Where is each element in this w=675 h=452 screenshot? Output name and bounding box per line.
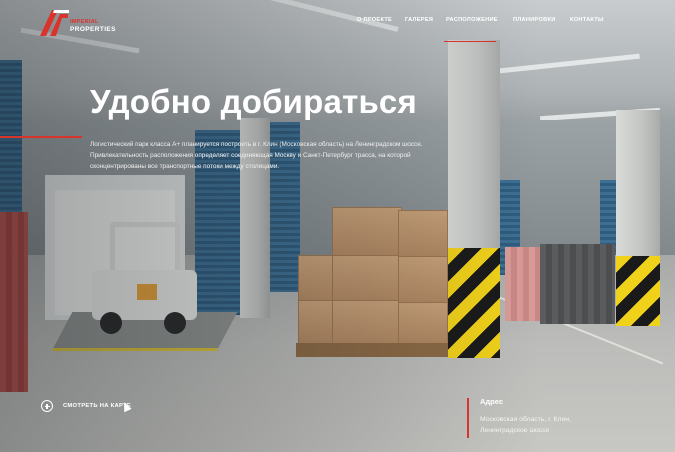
main-nav: О проекте Галерея Расположение Планировк…	[0, 17, 675, 31]
nav-item-plans[interactable]: Планировки	[513, 17, 556, 23]
hero-description: Логистический парк класса А+ планируется…	[90, 141, 423, 170]
nav-active-indicator	[444, 41, 496, 42]
nav-item-about[interactable]: О проекте	[357, 17, 392, 23]
dark-overlay	[0, 0, 675, 452]
address-accent-bar	[467, 398, 469, 438]
address-line-1: Московская область, г. Клин,	[480, 416, 571, 423]
nav-item-location[interactable]: Расположение	[446, 17, 498, 23]
title-accent-line	[0, 136, 82, 138]
address-title: Адрес	[480, 397, 504, 406]
address-line-2: Ленинградское шоссе	[480, 427, 550, 434]
plus-circle-icon	[41, 400, 53, 412]
view-on-map-link[interactable]: Смотреть на карте	[41, 398, 131, 414]
page-title: Удобно добираться	[90, 83, 417, 120]
nav-item-contacts[interactable]: Контакты	[570, 17, 604, 23]
hero-background-image	[0, 0, 675, 452]
nav-item-gallery[interactable]: Галерея	[405, 17, 433, 23]
